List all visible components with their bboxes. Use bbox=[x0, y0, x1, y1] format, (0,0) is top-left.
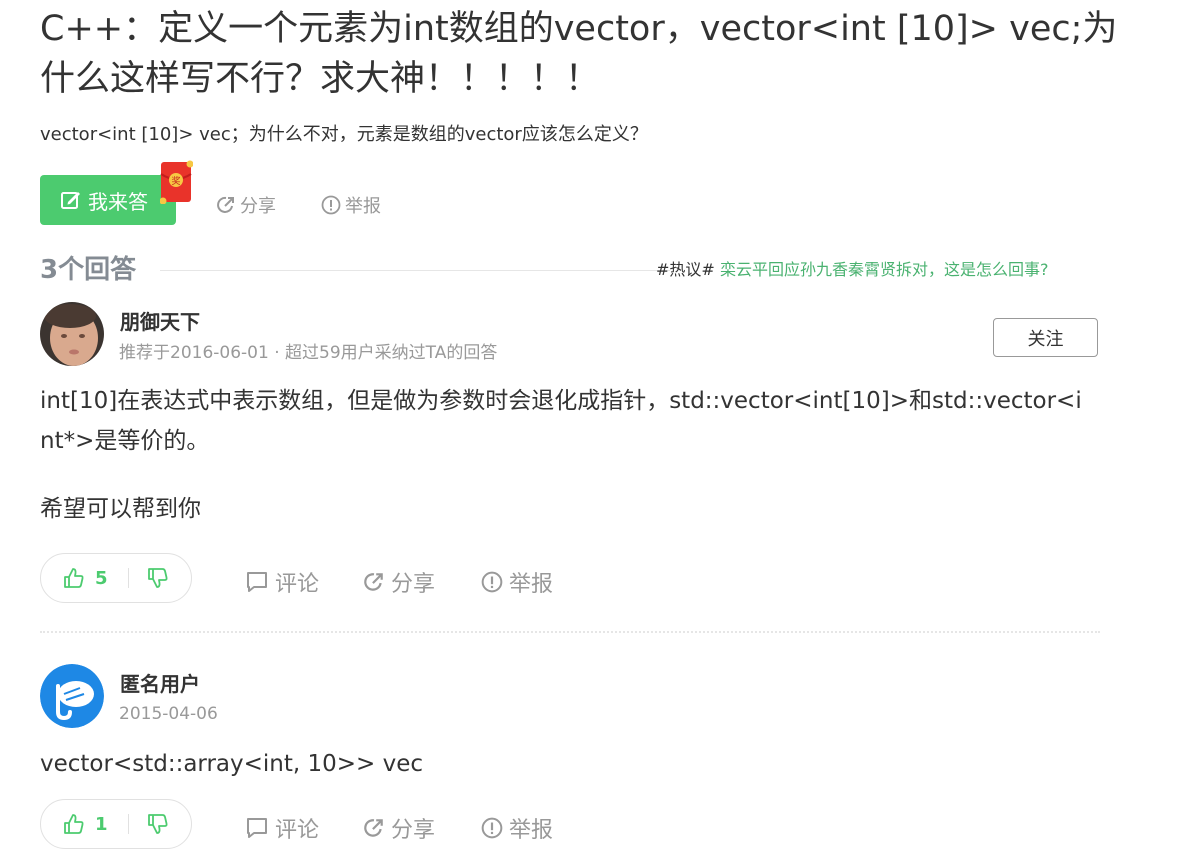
share-button[interactable]: 分享 bbox=[363, 566, 435, 598]
share-icon bbox=[364, 573, 383, 591]
comment-icon bbox=[247, 572, 267, 592]
edit-icon bbox=[61, 192, 80, 209]
red-envelope-icon[interactable]: 奖 bbox=[160, 160, 193, 204]
report-label: 举报 bbox=[509, 818, 554, 843]
report-label: 举报 bbox=[509, 572, 554, 597]
share-button[interactable]: 分享 bbox=[363, 812, 435, 844]
share-icon bbox=[364, 819, 383, 837]
share-label: 分享 bbox=[240, 196, 276, 217]
report-icon bbox=[481, 571, 503, 593]
comment-button[interactable]: 评论 bbox=[245, 812, 319, 844]
answer-meta: 2015-04-06 bbox=[119, 704, 218, 724]
vote-box: 1 bbox=[40, 799, 192, 849]
vote-separator bbox=[128, 814, 129, 834]
hot-topic-link[interactable]: 栾云平回应孙九香秦霄贤拆对，这是怎么回事? bbox=[720, 258, 1049, 282]
like-count: 1 bbox=[95, 813, 108, 835]
answer-text-line: int[10]在表达式中表示数组，但是做为参数时会退化成指针，std::vect… bbox=[40, 388, 1082, 414]
comment-button[interactable]: 评论 bbox=[245, 566, 319, 598]
comment-icon bbox=[247, 818, 267, 838]
share-icon bbox=[217, 196, 234, 213]
thumbs-down-icon bbox=[148, 814, 168, 834]
question-description: vector<int [10]> vec；为什么不对，元素是数组的vector应… bbox=[40, 124, 648, 145]
thumbs-up-icon bbox=[64, 568, 84, 588]
vote-separator bbox=[128, 568, 129, 588]
username: 匿名用户 bbox=[120, 672, 200, 696]
downvote-button[interactable] bbox=[147, 813, 169, 839]
report-button[interactable]: 举报 bbox=[481, 566, 553, 598]
answer-button[interactable]: 我来答 bbox=[40, 175, 176, 225]
thumbs-up-icon bbox=[64, 814, 84, 834]
avatar-photo bbox=[40, 302, 104, 366]
report-label: 举报 bbox=[345, 196, 381, 217]
upvote-button[interactable]: 5 bbox=[63, 567, 108, 589]
report-button[interactable]: 举报 bbox=[481, 812, 553, 844]
question-title: C++：定义一个元素为int数组的vector，vector<int [10]>… bbox=[40, 9, 1118, 99]
report-icon bbox=[321, 195, 341, 215]
answer-text-line: vector<std::array<int, 10>> vec bbox=[40, 751, 424, 777]
answers-header: 3个回答 #热议# 栾云平回应孙九香秦霄贤拆对，这是怎么回事? bbox=[40, 250, 1100, 290]
like-count: 5 bbox=[95, 567, 108, 589]
avatar[interactable] bbox=[40, 302, 104, 366]
downvote-button[interactable] bbox=[147, 567, 169, 593]
follow-button[interactable]: 关注 bbox=[993, 318, 1098, 357]
report-icon bbox=[481, 817, 503, 839]
answer-text-line: 希望可以帮到你 bbox=[40, 496, 201, 522]
vote-box: 5 bbox=[40, 553, 192, 603]
answer-text-line: nt*>是等价的。 bbox=[40, 428, 210, 454]
share-label: 分享 bbox=[391, 572, 436, 597]
username[interactable]: 朋御天下 bbox=[120, 308, 200, 336]
hot-topic-tag: #热议# bbox=[656, 260, 715, 279]
redpack-label: 奖 bbox=[171, 175, 180, 187]
comment-label: 评论 bbox=[275, 818, 320, 843]
share-label: 分享 bbox=[391, 818, 436, 843]
answer-divider bbox=[40, 631, 1100, 633]
thumbs-down-icon bbox=[148, 568, 168, 588]
question-report-button[interactable]: 举报 bbox=[321, 192, 381, 218]
header-divider bbox=[160, 270, 670, 271]
question-share-button[interactable]: 分享 bbox=[216, 192, 276, 218]
comment-label: 评论 bbox=[275, 572, 320, 597]
upvote-button[interactable]: 1 bbox=[63, 813, 108, 835]
avatar[interactable] bbox=[40, 664, 104, 728]
anonymous-avatar-icon bbox=[40, 664, 104, 728]
answer-button-label: 我来答 bbox=[88, 189, 148, 214]
answer-count: 3个回答 bbox=[40, 255, 137, 285]
answer-meta: 推荐于2016-06-01 · 超过59用户采纳过TA的回答 bbox=[119, 343, 498, 363]
question-page: C++：定义一个元素为int数组的vector，vector<int [10]>… bbox=[0, 0, 1188, 865]
